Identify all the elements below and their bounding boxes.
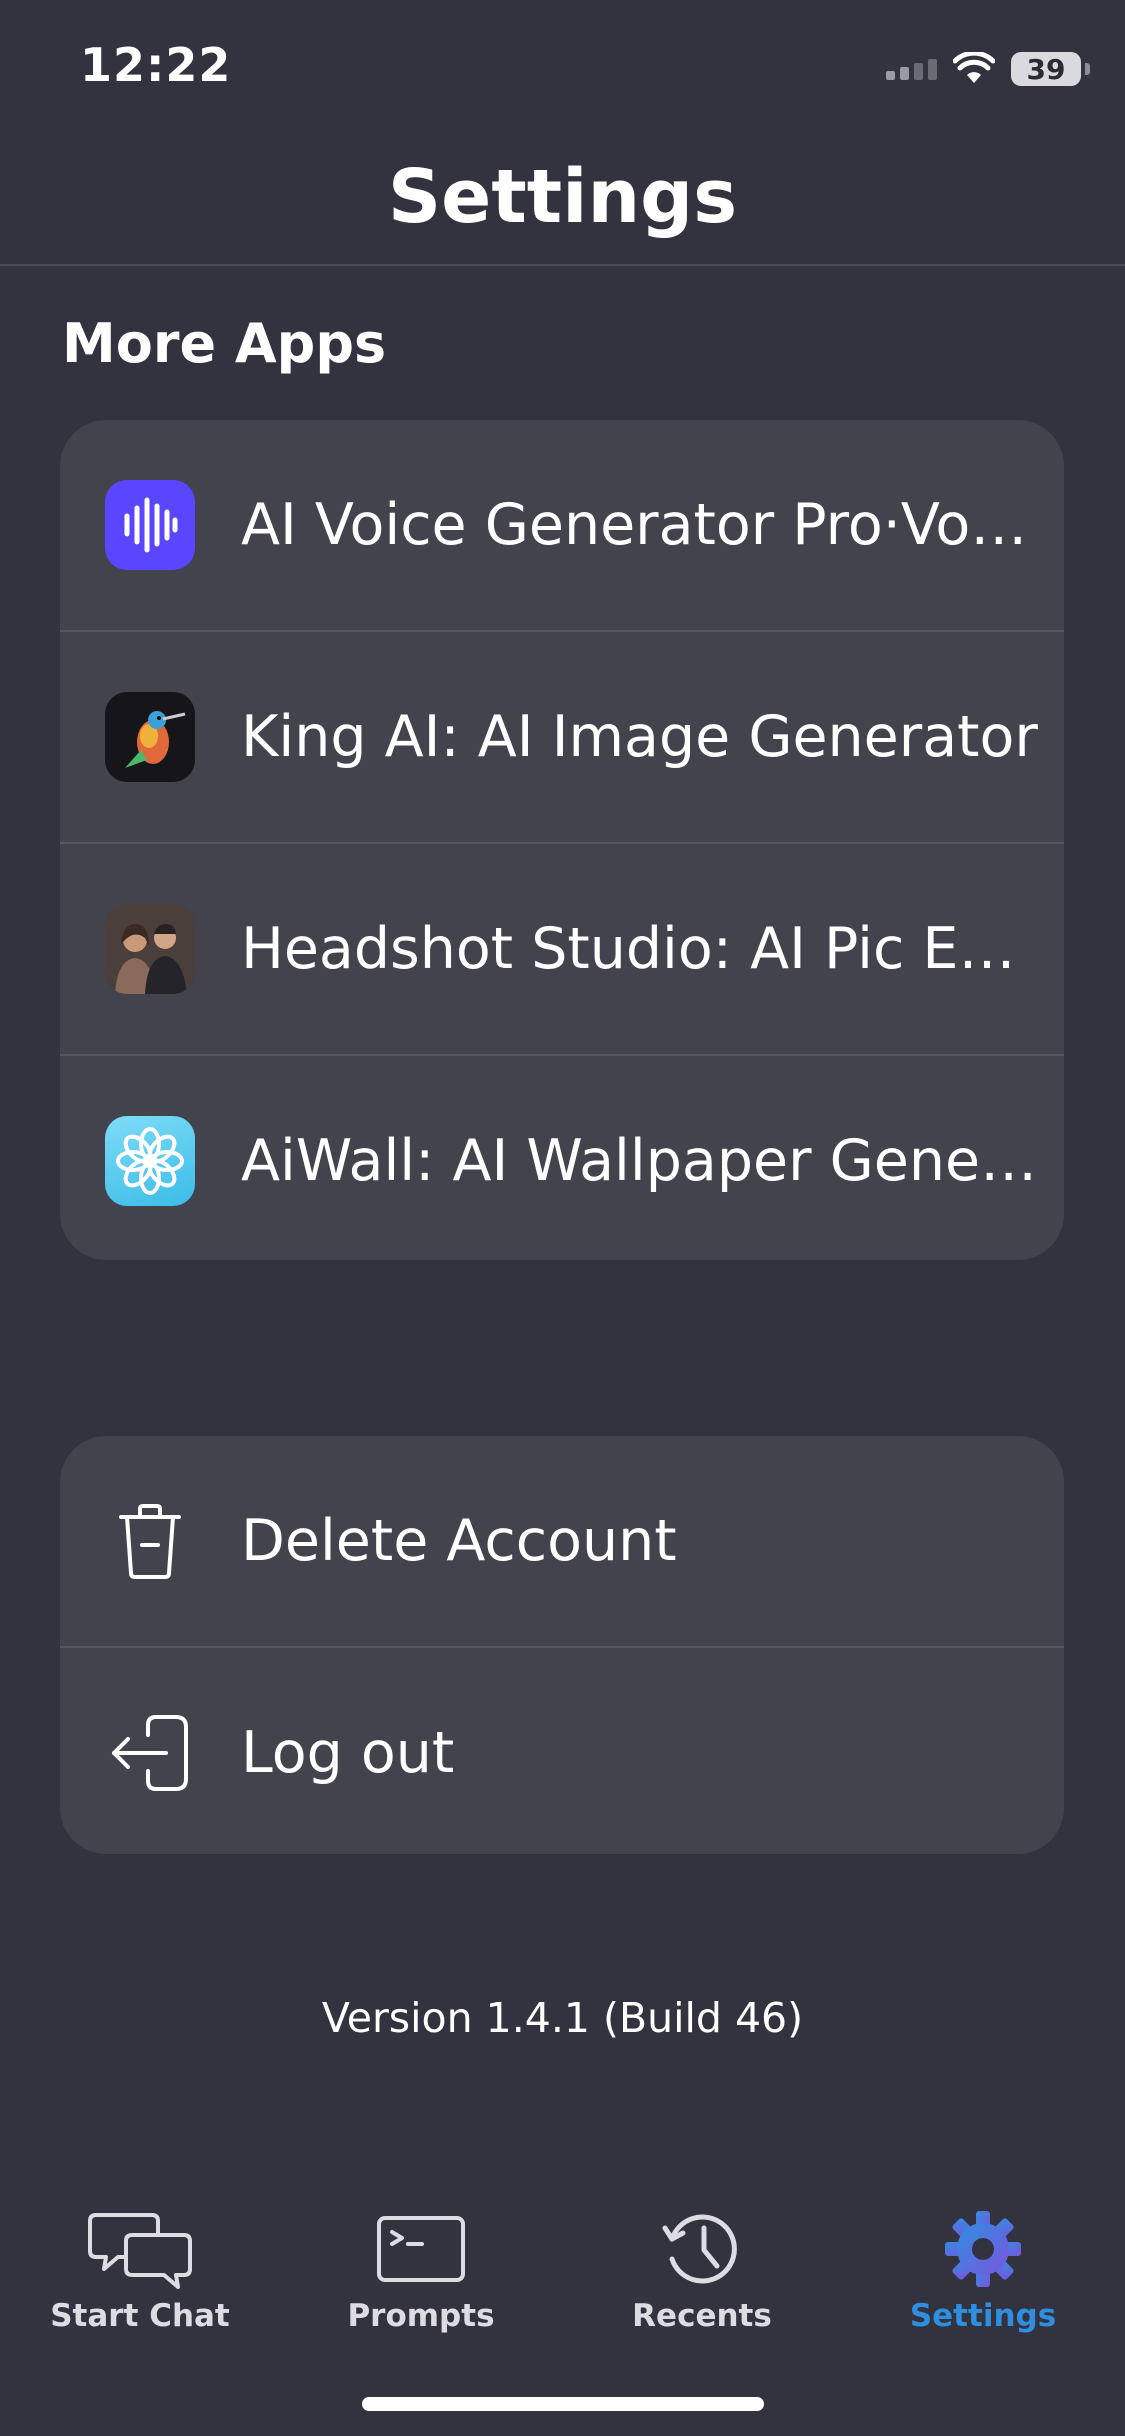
app-name: AiWall: AI Wallpaper Gener… [241, 1128, 1041, 1194]
app-name: AI Voice Generator Pro·Voi… [241, 492, 1041, 558]
terminal-icon [366, 2204, 476, 2294]
tab-start-chat[interactable]: Start Chat [0, 2204, 280, 2334]
delete-account-label: Delete Account [241, 1508, 677, 1574]
battery-level: 39 [1026, 52, 1066, 86]
account-actions-list: Delete Account Log out [60, 1436, 1064, 1854]
logout-icon [105, 1708, 195, 1798]
tab-recents[interactable]: Recents [562, 2204, 842, 2334]
tab-label: Prompts [347, 2298, 495, 2334]
app-version: Version 1.4.1 (Build 46) [321, 1994, 804, 2042]
status-time: 12:22 [80, 38, 232, 92]
wifi-icon [953, 52, 995, 83]
hummingbird-app-icon [105, 692, 195, 782]
logout-button[interactable]: Log out [60, 1646, 1064, 1854]
page-title: Settings [387, 154, 738, 240]
gear-icon [928, 2204, 1038, 2294]
app-row-voice-generator[interactable]: AI Voice Generator Pro·Voi… [60, 420, 1064, 630]
more-apps-heading: More Apps [62, 312, 387, 375]
app-row-king-ai[interactable]: King AI: AI Image Generator [60, 630, 1064, 842]
battery-indicator: 39 [1011, 52, 1090, 86]
history-icon [647, 2204, 757, 2294]
delete-account-button[interactable]: Delete Account [60, 1436, 1064, 1646]
trash-icon [105, 1496, 195, 1586]
tab-label: Settings [909, 2298, 1057, 2334]
tab-prompts[interactable]: Prompts [281, 2204, 561, 2334]
more-apps-list: AI Voice Generator Pro·Voi… King AI: AI … [60, 420, 1064, 1260]
navigation-header: Settings [0, 140, 1125, 266]
flower-app-icon [105, 1116, 195, 1206]
voice-generator-app-icon [105, 480, 195, 570]
tab-settings[interactable]: Settings [843, 2204, 1123, 2334]
app-row-aiwall[interactable]: AiWall: AI Wallpaper Gener… [60, 1054, 1064, 1260]
status-indicators: 39 [886, 48, 1090, 90]
app-name: Headshot Studio: AI Pic Ed… [241, 916, 1041, 982]
app-name: King AI: AI Image Generator [241, 704, 1038, 770]
app-row-headshot-studio[interactable]: Headshot Studio: AI Pic Ed… [60, 842, 1064, 1054]
logout-label: Log out [241, 1720, 455, 1786]
tab-label: Start Chat [50, 2298, 230, 2334]
cellular-signal-icon [886, 58, 937, 80]
status-bar: 12:22 39 [0, 0, 1125, 140]
tab-label: Recents [632, 2298, 772, 2334]
headshot-portrait-app-icon [105, 904, 195, 994]
chat-bubbles-icon [85, 2204, 195, 2294]
home-indicator[interactable] [362, 2397, 764, 2411]
